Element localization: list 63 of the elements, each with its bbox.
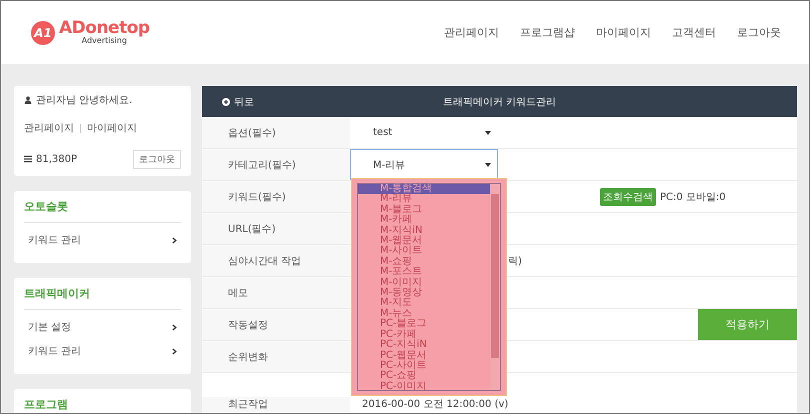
dropdown-option[interactable]: M-이미지 [358,278,490,288]
nav-link[interactable]: 마이페이지 [596,25,651,40]
menu-item[interactable]: 키워드 관리 [24,340,181,362]
logo-mark: A1 [31,20,55,44]
dropdown-option[interactable]: PC-쇼핑 [358,371,490,382]
select-field[interactable]: test [350,117,498,148]
nav-link[interactable]: 관리페이지 [444,25,499,40]
account-link[interactable]: 마이페이지 [87,121,137,136]
dropdown-option[interactable]: M-지식iN [358,226,490,236]
field-label: 순위변화 [202,341,350,372]
dropdown-option[interactable]: PC-블로그 [358,319,490,330]
dropdown-option[interactable]: M-웹문서 [358,236,490,246]
plus-circle-icon [222,98,230,106]
search-count-button[interactable]: 조회수검색 [600,188,656,206]
menu-icon [24,155,32,164]
field-label: 최근작업 [202,397,350,413]
dropdown-option[interactable]: M-쇼핑 [358,256,490,268]
dropdown-option[interactable]: M-통합검색 [358,184,490,194]
dropdown-option[interactable]: M-동영상 [358,288,490,298]
greeting-text: 관리자님 안녕하세요. [36,94,132,108]
chevron-icon [172,236,177,244]
dropdown-option[interactable]: M-포스트 [358,267,490,278]
account-link[interactable]: 관리페이지 [24,121,74,136]
dropdown-option[interactable]: M-사이트 [358,246,490,257]
dropdown-option[interactable]: M-뉴스 [358,308,490,320]
nav-link[interactable]: 프로그램샵 [520,25,575,40]
field-label: 메모 [202,277,350,308]
scrollbar[interactable] [490,184,500,390]
dropdown-option[interactable]: PC-사이트 [358,360,490,372]
dropdown-option[interactable]: M-카페 [358,215,490,226]
menu-item[interactable]: 키워드 관리 [24,229,181,251]
nav-link[interactable]: 고객센터 [672,25,716,40]
menu-title: 오토슬롯 [24,199,181,223]
field-label: 옵션(필수) [202,117,350,148]
logo-name: ADonetop [59,20,150,37]
nav-link[interactable]: 로그아웃 [737,25,781,40]
user-icon [24,96,32,104]
chevron-icon [172,324,177,330]
dropdown-option[interactable]: PC-지식iN [358,340,490,350]
apply-button[interactable]: 적용하기 [698,309,797,340]
field-label: URL(필수) [202,213,350,244]
logo-tagline: Advertising [82,37,127,45]
chevron-icon [172,348,177,354]
logout-button[interactable]: 로그아웃 [133,150,181,169]
field-label: 키워드(필수) [202,181,350,212]
points-text: 81,380P [36,154,78,165]
back-link[interactable]: 뒤로 [222,94,254,108]
field-label: 카테고리(필수) [202,149,350,180]
dropdown-option[interactable]: M-지도 [358,298,490,309]
menu-title: 프로그램 [24,397,181,413]
field-value: 릭) [508,254,522,268]
dropdown-option[interactable]: PC-웹문서 [358,350,490,361]
field-value: 2016-00-00 오전 12:00:00 (v) [362,398,508,411]
dropdown-option[interactable]: PC-이미지 [358,382,490,392]
menu-item[interactable]: 기본 설정 [24,316,181,338]
field-label: 작동설정 [202,309,350,340]
count-result: PC:0 모바일:0 [660,190,726,204]
dropdown-option[interactable]: M-블로그 [358,204,490,216]
field-label: 심야시간대 작업 [202,245,350,276]
dropdown-option[interactable]: PC-카페 [358,330,490,340]
menu-title: 트래픽메이커 [24,286,181,310]
dropdown-option[interactable]: M-리뷰 [358,194,490,205]
panel-title: 트래픽메이커 키워드관리 [442,96,556,108]
